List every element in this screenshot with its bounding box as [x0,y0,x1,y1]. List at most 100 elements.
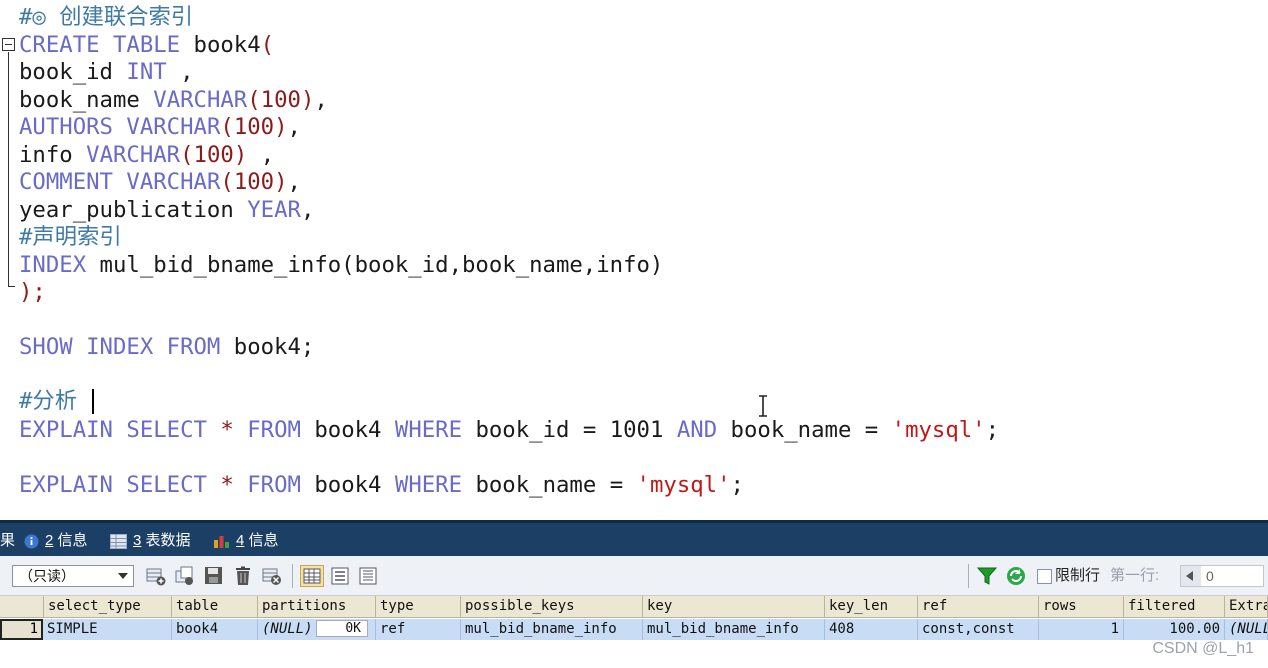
fold-guide [8,52,9,287]
code-line-show-index: SHOW INDEX FROM book4; [19,334,314,361]
tab-info-4[interactable]: 4 信息 [213,529,279,553]
filter-icon[interactable] [977,566,997,586]
comment-create-index: #◎ 创建联合索引 [19,4,194,30]
cell-key[interactable]: mul_bid_bname_info [643,619,825,640]
len-100: 100 [233,114,275,140]
code-line-index: INDEX mul_bid_bname_info(book_id,book_na… [19,252,663,279]
col-header-ref[interactable]: ref [918,596,1039,618]
tab-info-2[interactable]: 2 信息 [24,529,88,553]
comment-analyze: #分析 [19,388,78,414]
copy-row-icon[interactable] [175,566,195,586]
text-caret [92,389,94,414]
comment-declare-index: #声明索引 [19,224,122,250]
tab-label: 表数据 [141,532,191,549]
cell-rows[interactable]: 1 [1039,619,1124,640]
sql-editor[interactable]: #◎ 创建联合索引 CREATE TABLE book4( book_id IN… [0,0,1268,520]
index-definition: mul_bid_bname_info(book_id,book_name,inf… [86,252,664,278]
readonly-select-value: （只读） [19,568,75,584]
table-name: book4 [193,32,261,58]
row-number[interactable]: 1 [0,619,43,640]
col-info: info [19,142,73,168]
cell-ok-editor[interactable]: 0K [316,620,368,637]
tab-result[interactable]: 果 [0,529,15,553]
col-header-rows[interactable]: rows [1039,596,1124,618]
show-table: book4; [220,334,315,360]
len-100: 100 [193,142,234,168]
toolbar-divider [292,564,293,588]
table-icon [110,533,127,549]
add-row-icon[interactable] [146,566,166,586]
refresh-icon[interactable] [1006,566,1026,586]
kw-create-table: CREATE TABLE [19,32,181,58]
fold-collapse-icon[interactable] [2,38,15,51]
kw-explain: EXPLAIN [19,472,113,498]
semicolon: ; [985,417,1000,443]
kw-select: SELECT [126,472,207,498]
grid-view-icon[interactable] [300,565,324,587]
cell-extra[interactable]: (NULL) [1225,619,1268,640]
kw-index: INDEX [19,252,87,278]
kw-from: FROM [247,472,301,498]
chevron-left-icon[interactable] [1181,566,1201,586]
cell-type[interactable]: ref [376,619,461,640]
cell-ref[interactable]: const,const [918,619,1039,640]
tab-label: 信息 [53,532,88,549]
first-row-label: 第一行: [1110,567,1160,584]
comma: , [166,59,194,85]
col-header-type[interactable]: type [376,596,461,618]
delete-icon[interactable] [233,566,253,586]
col-header-key[interactable]: key [643,596,825,618]
col-header-extra[interactable]: Extra [1225,596,1268,618]
text-view-icon[interactable] [358,566,378,586]
cond-book-name: book_name = [462,472,637,498]
col-year-publication: year_publication [19,197,234,223]
code-line-explain-2: EXPLAIN SELECT * FROM book4 WHERE book_n… [19,472,744,499]
len-100: 100 [260,87,301,113]
type-varchar: VARCHAR [126,114,221,140]
cancel-changes-icon[interactable] [262,566,282,586]
type-varchar: VARCHAR [126,169,221,195]
col-header-table[interactable]: table [172,596,258,618]
col-book-id: book_id [19,59,113,85]
result-toolbar: （只读） 限制行 第一行: 0 [0,556,1268,596]
code-line-explain-1: EXPLAIN SELECT * FROM book4 WHERE book_i… [19,417,999,444]
limit-rows-checkbox[interactable] [1037,569,1052,584]
cell-table[interactable]: book4 [172,619,258,640]
chevron-down-icon [118,573,128,579]
kw-show-index-from: SHOW INDEX FROM [19,334,221,360]
cell-key-len[interactable]: 408 [825,619,918,640]
readonly-select[interactable]: （只读） [12,565,134,587]
open-paren: ( [260,32,275,58]
limit-rows-label: 限制行 [1055,567,1101,584]
col-header-filtered[interactable]: filtered [1124,596,1225,618]
col-header-select-type[interactable]: select_type [44,596,172,618]
form-view-icon[interactable] [330,566,350,586]
tab-label: 信息 [244,532,279,549]
cell-possible-keys[interactable]: mul_bid_bname_info [461,619,643,640]
cell-select-type[interactable]: SIMPLE [43,619,172,640]
col-authors: AUTHORS [19,114,113,140]
code-line-info: info VARCHAR(100) , [19,142,275,168]
col-comment: COMMENT [19,169,113,195]
code-line-book-name: book_name VARCHAR(100), [19,87,328,113]
first-row-input[interactable]: 0 [1180,565,1264,587]
tab-result-label: 果 [0,532,16,549]
code-line-comment: COMMENT VARCHAR(100), [19,169,301,195]
fold-guide-end [8,286,15,287]
cell-filtered[interactable]: 100.00 [1124,619,1225,640]
save-icon[interactable] [204,566,224,586]
code-line-create: CREATE TABLE book4( [19,32,274,59]
str-mysql: 'mysql' [636,472,731,498]
kw-where: WHERE [394,417,463,443]
from-table: book4 [300,417,395,443]
tab-table-data[interactable]: 3 表数据 [110,529,191,553]
kw-from: FROM [247,417,301,443]
col-header-key-len[interactable]: key_len [825,596,918,618]
col-header-possible-keys[interactable]: possible_keys [461,596,643,618]
code-line-authors: AUTHORS VARCHAR(100), [19,114,301,140]
type-year: YEAR [247,197,301,223]
chart-icon [214,535,229,548]
cond-book-id: book_id = [462,417,610,443]
col-header-partitions[interactable]: partitions [258,596,376,618]
type-int: INT [126,59,167,85]
